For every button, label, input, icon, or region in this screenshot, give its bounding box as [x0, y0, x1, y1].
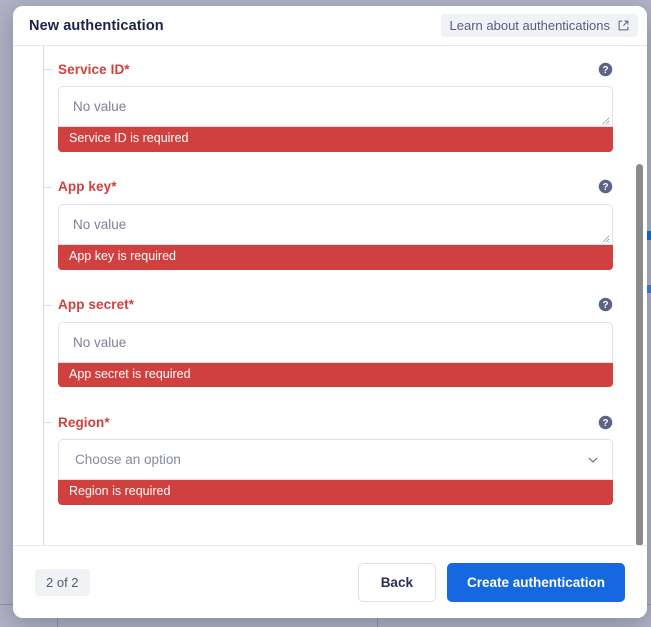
- resize-grip-icon[interactable]: [601, 234, 610, 243]
- app-secret-input[interactable]: No value: [58, 322, 613, 363]
- modal-body: Service ID* ? No value Service ID is req…: [13, 46, 647, 546]
- new-authentication-modal: New authentication Learn about authentic…: [13, 6, 647, 618]
- help-circle-icon[interactable]: ?: [598, 415, 613, 430]
- help-circle-icon[interactable]: ?: [598, 62, 613, 77]
- field-app-secret: App secret* ? No value App secret is req…: [36, 296, 613, 388]
- field-control: No value Service ID is required: [36, 86, 613, 152]
- service-id-input[interactable]: No value: [58, 86, 613, 127]
- field-header: App secret* ?: [36, 296, 613, 314]
- svg-text:?: ?: [602, 418, 608, 429]
- input-placeholder: No value: [73, 217, 126, 232]
- svg-text:?: ?: [602, 300, 608, 311]
- footer-actions: Back Create authentication: [358, 563, 625, 602]
- field-error-message: Region is required: [58, 480, 613, 505]
- create-authentication-button[interactable]: Create authentication: [447, 563, 625, 602]
- field-header: App key* ?: [36, 178, 613, 196]
- field-error-message: App secret is required: [58, 363, 613, 388]
- authentication-form: Service ID* ? No value Service ID is req…: [13, 46, 647, 545]
- learn-about-authentications-link[interactable]: Learn about authentications: [441, 14, 638, 37]
- field-control: No value App key is required: [36, 204, 613, 270]
- field-error-message: Service ID is required: [58, 127, 613, 152]
- resize-grip-icon[interactable]: [601, 116, 610, 125]
- field-header: Service ID* ?: [36, 60, 613, 78]
- field-control: No value App secret is required: [36, 322, 613, 388]
- field-label: Service ID*: [58, 62, 130, 77]
- chevron-down-icon: [586, 453, 600, 467]
- page-title: New authentication: [29, 18, 164, 34]
- field-region: Region* ? Choose an option Region is req…: [36, 413, 613, 505]
- tree-connector-icon: [43, 305, 52, 306]
- tree-connector-icon: [43, 187, 52, 188]
- step-indicator-badge: 2 of 2: [35, 569, 90, 596]
- form-scrollbar-thumb[interactable]: [636, 164, 643, 546]
- modal-header: New authentication Learn about authentic…: [13, 6, 647, 46]
- svg-text:?: ?: [602, 64, 608, 75]
- help-circle-icon[interactable]: ?: [598, 179, 613, 194]
- form-scrollbar-track[interactable]: [635, 46, 644, 545]
- field-header: Region* ?: [36, 413, 613, 431]
- help-circle-icon[interactable]: ?: [598, 297, 613, 312]
- region-select[interactable]: Choose an option: [58, 439, 613, 480]
- svg-text:?: ?: [602, 182, 608, 193]
- tree-connector-icon: [43, 69, 52, 70]
- field-label: App key*: [58, 179, 117, 194]
- field-control: Choose an option Region is required: [36, 439, 613, 505]
- select-placeholder: Choose an option: [75, 452, 181, 467]
- input-placeholder: No value: [73, 335, 126, 350]
- modal-footer: 2 of 2 Back Create authentication: [13, 546, 647, 618]
- learn-link-label: Learn about authentications: [450, 18, 610, 33]
- input-placeholder: No value: [73, 99, 126, 114]
- field-label: Region*: [58, 415, 110, 430]
- field-error-message: App key is required: [58, 245, 613, 270]
- tree-connector-icon: [43, 422, 52, 423]
- app-key-input[interactable]: No value: [58, 204, 613, 245]
- field-label: App secret*: [58, 297, 134, 312]
- field-app-key: App key* ? No value App key is required: [36, 178, 613, 270]
- field-service-id: Service ID* ? No value Service ID is req…: [36, 60, 613, 152]
- back-button[interactable]: Back: [358, 563, 436, 602]
- external-link-icon: [617, 19, 630, 32]
